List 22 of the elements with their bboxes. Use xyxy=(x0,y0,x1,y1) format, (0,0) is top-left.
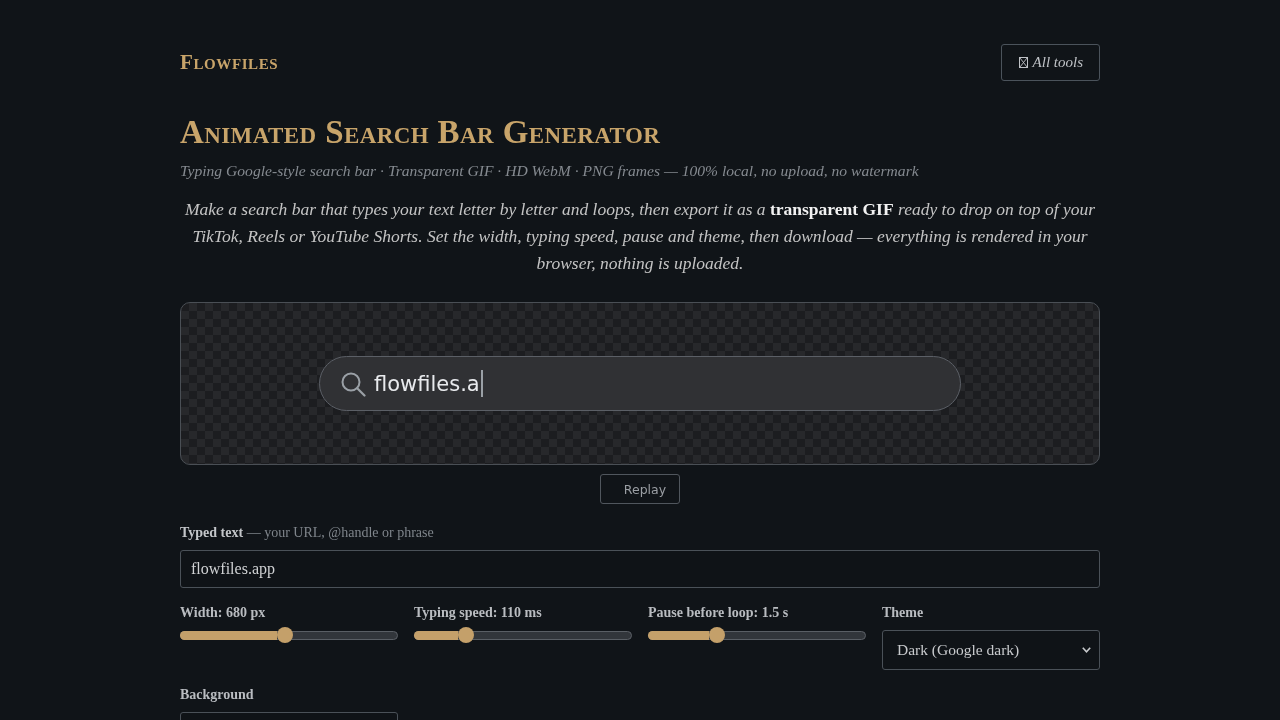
slider-thumb[interactable] xyxy=(458,627,475,643)
text-cursor-icon xyxy=(480,370,483,397)
subtitle: Typing Google-style search bar · Transparent GIF · HD WebM · PNG frames — 100% local, no upload, no watermark xyxy=(180,161,920,181)
logo: Flowfiles xyxy=(180,50,279,75)
intro-paragraph: Make a search bar that types your text letter by letter and loops, then export it as a transparent GIF ready to drop on top of your TikTok, Reels or YouTube Shorts. Set the width, typing speed, pause and theme, then download — everything is rendered in your browser, nothing is uploaded. xyxy=(183,198,1096,275)
setting-label: Theme xyxy=(882,604,925,622)
all-tools-button[interactable]: All tools xyxy=(1000,44,1100,81)
setting-label: Pause before loop: 1.5 s xyxy=(648,604,790,622)
typed-text-label: Typed text — your URL, @handle or phrase xyxy=(180,524,435,542)
setting-label: Width: 680 px xyxy=(180,604,267,622)
select-field[interactable]: Dark (Google dark) xyxy=(882,630,1100,670)
page-title: Animated Search Bar Generator xyxy=(180,115,662,149)
crossed-box-icon xyxy=(1018,57,1028,68)
setting-label: Typing speed: 110 ms xyxy=(414,604,543,622)
slider-thumb[interactable] xyxy=(708,627,725,643)
search-icon xyxy=(340,370,366,397)
typed-text-input[interactable]: flowfiles.app xyxy=(180,550,1100,588)
slider-thumb[interactable] xyxy=(276,627,293,643)
setting-label: Background xyxy=(180,686,255,704)
replay-button[interactable]: Replay xyxy=(600,474,680,504)
search-text: flowfiles.a xyxy=(374,371,480,396)
chevron-down-icon xyxy=(1082,647,1091,653)
